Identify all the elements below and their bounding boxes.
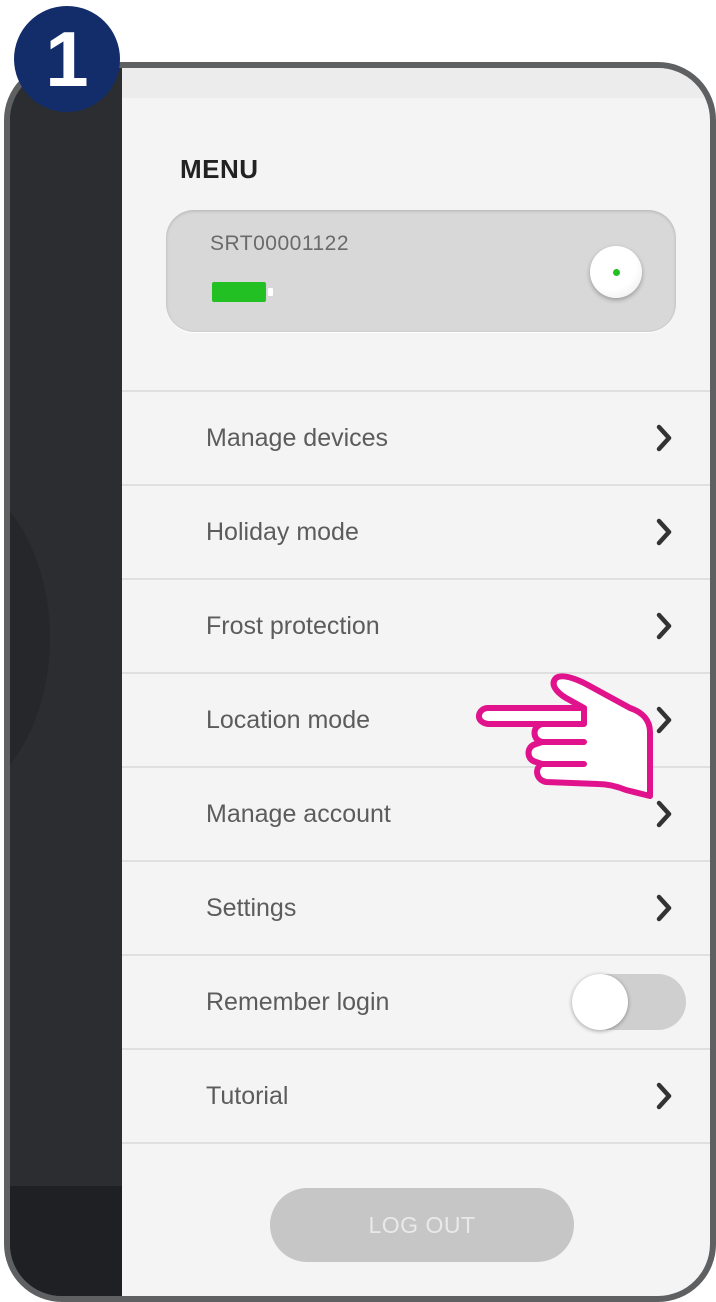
chevron-right-icon [650,894,678,922]
menu-item-tutorial[interactable]: Tutorial [122,1050,710,1144]
menu-item-remember-login: Remember login [122,956,710,1050]
background-screen [10,68,122,1296]
chevron-right-icon [650,518,678,546]
remember-login-toggle[interactable] [572,974,686,1030]
menu-item-label: Manage devices [206,423,389,452]
toggle-thumb [572,974,628,1030]
menu-item-label: Holiday mode [206,517,359,546]
pointing-hand-icon [476,673,653,799]
device-card[interactable]: SRT00001122 [166,210,676,332]
menu-item-holiday-mode[interactable]: Holiday mode [122,486,710,580]
device-status-icon [590,246,642,298]
menu-title: MENU [180,154,259,184]
status-bar [122,68,710,98]
background-bottom-bar [10,1186,122,1296]
chevron-right-icon [650,612,678,640]
menu-item-label: Frost protection [206,611,380,640]
menu-item-label: Location mode [206,705,371,734]
menu-item-label: Manage account [206,799,391,828]
device-id: SRT00001122 [210,232,349,255]
step-number-badge: 1 [14,6,120,112]
background-dial-edge [10,468,50,808]
menu-item-label: Remember login [206,987,390,1016]
menu-item-label: Settings [206,893,297,922]
menu-item-label: Tutorial [206,1081,289,1110]
logout-button[interactable]: LOG OUT [270,1188,574,1262]
menu-item-manage-devices[interactable]: Manage devices [122,392,710,486]
menu-item-settings[interactable]: Settings [122,862,710,956]
chevron-right-icon [650,424,678,452]
chevron-right-icon [650,1082,678,1110]
battery-icon [212,282,273,302]
